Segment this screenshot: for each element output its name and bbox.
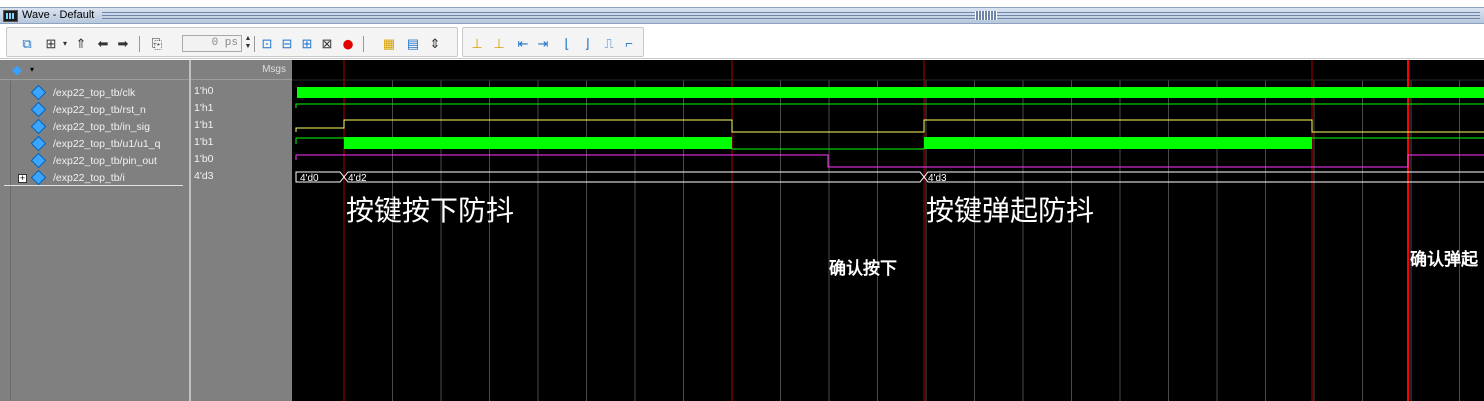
divider-dropdown-icon[interactable]: ▾ [57, 36, 73, 52]
annotation-release-debounce: 按键弹起防抖 [926, 194, 1095, 227]
trace-bus-d3 [923, 171, 1484, 183]
signal-traces [295, 87, 1484, 183]
rising-edge-icon[interactable]: ⌋ [579, 36, 595, 52]
trace-u1-q-burst1 [344, 137, 732, 149]
prev-transition-icon[interactable]: ⇤ [515, 36, 531, 52]
signal-diamond-icon [30, 152, 47, 169]
signal-diamond-icon [30, 135, 47, 152]
bus-label-d3: 4'd3 [928, 173, 947, 184]
time-spinner[interactable]: ▲ ▼ [243, 35, 253, 52]
find-icon[interactable]: ▤ [405, 36, 421, 52]
grid-lines [292, 79, 1484, 401]
find-prev-edge-icon[interactable]: ⊥ [469, 36, 485, 52]
toolbar-separator [139, 36, 140, 52]
trace-rst-n [295, 103, 1484, 108]
signal-diamond-icon [30, 169, 47, 186]
title-bar-grip[interactable] [975, 11, 997, 20]
zoom-full-icon[interactable]: ⊞ [299, 36, 315, 52]
signal-row-in-sig[interactable]: /exp22_top_tb/in_sig [11, 118, 190, 136]
signal-list: /exp22_top_tb/clk /exp22_top_tb/rst_n /e… [10, 81, 189, 401]
signal-name: /exp22_top_tb/i [53, 172, 125, 184]
time-marker-lines [343, 60, 1409, 401]
annotation-confirm-press: 确认按下 [829, 259, 897, 279]
signal-value: 1'b0 [194, 153, 214, 165]
signal-name: /exp22_top_tb/pin_out [53, 155, 157, 167]
arrow-left-icon[interactable]: ⬅ [95, 36, 111, 52]
signal-names-pane: ◆ ▾ /exp22_top_tb/clk /exp22_top_tb/rst_… [0, 60, 189, 401]
window-title: Wave - Default [22, 9, 95, 21]
bus-label-d0: 4'd0 [300, 173, 319, 184]
signal-row-u1-q[interactable]: /exp22_top_tb/u1/u1_q [11, 135, 190, 153]
signal-name: /exp22_top_tb/u1/u1_q [53, 138, 161, 150]
window-title-bar[interactable]: Wave - Default [0, 7, 1484, 24]
signal-name: /exp22_top_tb/clk [53, 87, 136, 99]
annotation-confirm-release: 确认弹起 [1410, 250, 1478, 270]
trace-clk [297, 87, 1484, 98]
waveform-pane[interactable]: 4'd0 4'd2 4'd3 按键按下防抖 按键弹起防抖 确认按下 确认弹起 [292, 60, 1484, 401]
any-edge-icon[interactable]: ⎍ [601, 36, 617, 52]
waveform-canvas: 4'd0 4'd2 4'd3 [292, 60, 1484, 401]
signal-row-rst-n[interactable]: /exp22_top_tb/rst_n [11, 101, 190, 119]
title-bar-stripes [102, 12, 1480, 19]
signal-row-pin-out[interactable]: /exp22_top_tb/pin_out [11, 152, 190, 170]
arrow-right-icon[interactable]: ➡ [115, 36, 131, 52]
break-icon[interactable]: ⊠ [319, 36, 335, 52]
msgs-label: Msgs [262, 64, 286, 75]
stop-icon[interactable]: ⬤ [340, 36, 356, 52]
signal-value: 1'b1 [194, 119, 214, 131]
signal-diamond-icon [30, 84, 47, 101]
zoom-out-icon[interactable]: ⊟ [279, 36, 295, 52]
annotation-press-debounce: 按键按下防抖 [346, 194, 515, 227]
trace-u1-q-burst2 [924, 137, 1312, 149]
edge-search-icon[interactable]: ⌐ [621, 36, 637, 52]
falling-edge-icon[interactable]: ⌊ [559, 36, 575, 52]
time-input[interactable]: 0 ps [182, 35, 242, 52]
signal-diamond-icon [30, 118, 47, 135]
values-header: Msgs [191, 60, 292, 80]
chevron-down-icon[interactable]: ▾ [30, 65, 34, 74]
signal-value: 1'h1 [194, 102, 214, 114]
bus-label-d2: 4'd2 [348, 173, 367, 184]
trace-u1-q [295, 137, 344, 144]
move-up-icon[interactable]: ⇑ [73, 36, 89, 52]
signal-diamond-icon [30, 101, 47, 118]
signal-filter-icon[interactable]: ◆ [12, 63, 26, 77]
zoom-in-icon[interactable]: ⊡ [259, 36, 275, 52]
signal-value: 4'd3 [194, 170, 214, 182]
signal-values-pane: Msgs 1'h0 1'h1 1'b1 1'b1 1'b0 4'd3 [189, 60, 292, 401]
toolbar-group-main: ⧉ ⊞ ▾ ⇑ ⬅ ➡ ⎘ 0 ps ▲ ▼ ⊡ ⊟ ⊞ ⊠ ⬤ ▦ ▤ ⇕ [6, 27, 458, 57]
toolbar-separator [363, 36, 364, 52]
expand-plus-icon[interactable]: + [18, 174, 27, 183]
signal-row-clk[interactable]: /exp22_top_tb/clk [11, 84, 190, 102]
wave-window-icon [3, 10, 18, 22]
wave-compare-icon[interactable]: ▦ [381, 36, 397, 52]
signal-value: 1'h0 [194, 85, 214, 97]
next-transition-icon[interactable]: ⇥ [535, 36, 551, 52]
trace-in-sig [295, 119, 1484, 133]
toolbar-separator [254, 36, 255, 52]
selection-underline [4, 185, 183, 186]
trace-bus-d2 [343, 171, 925, 183]
signal-value: 1'b1 [194, 136, 214, 148]
zoom-region-icon[interactable]: ⧉ [19, 36, 35, 52]
toolbar-group-edges: ⊥ ⊥ ⇤ ⇥ ⌊ ⌋ ⎍ ⌐ [462, 27, 644, 57]
signal-name: /exp22_top_tb/rst_n [53, 104, 146, 116]
find-next-edge-icon[interactable]: ⊥ [491, 36, 507, 52]
trace-pin-out [295, 154, 1484, 168]
names-header: ◆ ▾ [0, 60, 189, 80]
cursor-lock-icon[interactable]: ⎘ [149, 36, 165, 52]
toolbar: ⧉ ⊞ ▾ ⇑ ⬅ ➡ ⎘ 0 ps ▲ ▼ ⊡ ⊟ ⊞ ⊠ ⬤ ▦ ▤ ⇕ ⊥ … [0, 25, 1484, 59]
expand-icon[interactable]: ⇕ [427, 36, 443, 52]
signal-name: /exp22_top_tb/in_sig [53, 121, 150, 133]
